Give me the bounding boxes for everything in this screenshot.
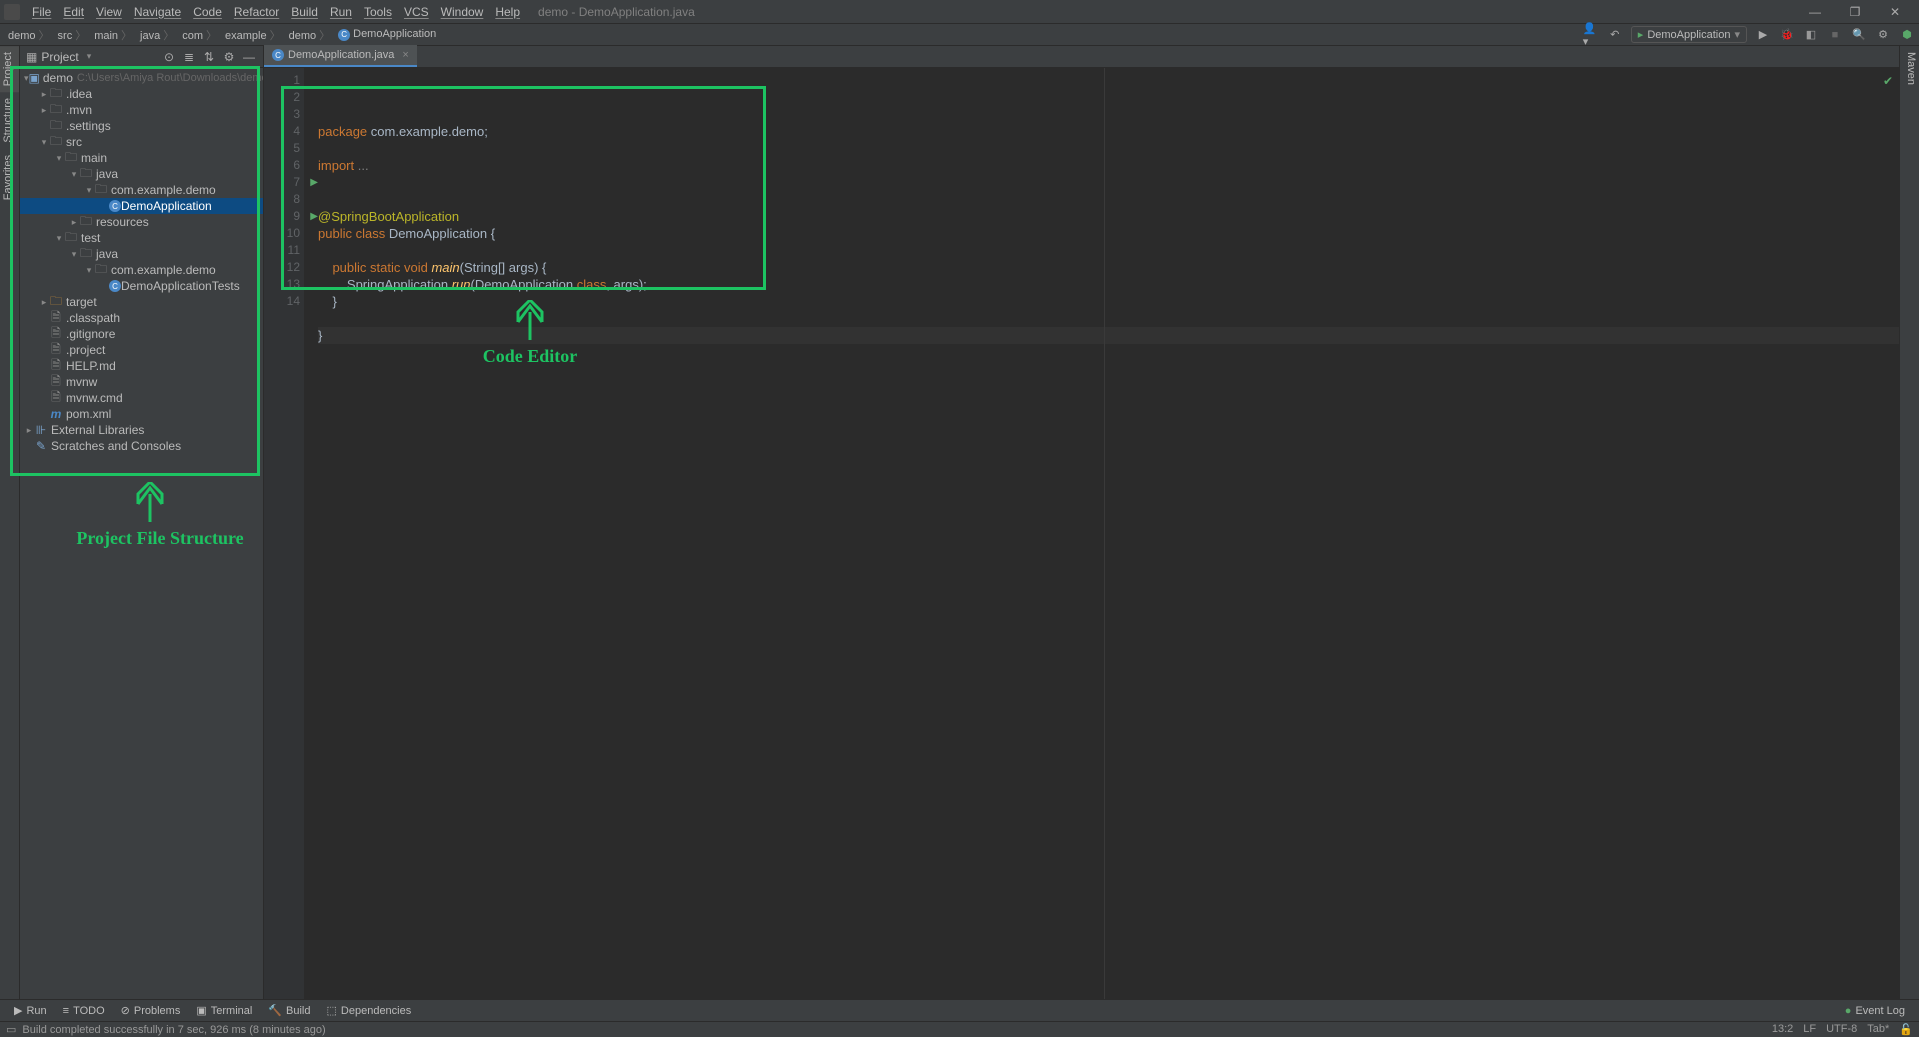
settings-icon[interactable]: ⚙	[1875, 27, 1891, 43]
tree-row[interactable]: ▾🗀test	[20, 230, 263, 246]
tree-row[interactable]: 🗎mvnw.cmd	[20, 390, 263, 406]
breadcrumb-java[interactable]: java	[136, 27, 178, 43]
menu-bar: FileEditViewNavigateCodeRefactorBuildRun…	[0, 0, 1919, 24]
bottom-tab-event-log[interactable]: ●Event Log	[1837, 1005, 1913, 1017]
locate-icon[interactable]: ⊙	[161, 50, 177, 64]
project-view-selector[interactable]: ▦ Project	[26, 50, 91, 64]
menu-build[interactable]: Build	[285, 5, 324, 19]
left-tab-structure[interactable]: Structure	[0, 92, 19, 149]
search-icon[interactable]: 🔍	[1851, 27, 1867, 43]
bottom-tab-todo[interactable]: ≡TODO	[55, 1004, 113, 1017]
breadcrumb-demo[interactable]: demo	[4, 27, 54, 43]
run-config-label: DemoApplication	[1647, 29, 1730, 41]
debug-button[interactable]: 🐞	[1779, 27, 1795, 43]
project-label: Project	[41, 50, 78, 64]
code-area[interactable]: package com.example.demo; import ... @Sp…	[304, 68, 1899, 999]
menu-edit[interactable]: Edit	[57, 5, 90, 19]
right-tab-maven[interactable]: Maven	[1900, 46, 1919, 91]
shield-icon[interactable]: ⬢	[1899, 27, 1915, 43]
tree-row[interactable]: ▾🗀src	[20, 134, 263, 150]
coverage-button[interactable]: ◧	[1803, 27, 1819, 43]
breadcrumb-demo[interactable]: demo	[285, 27, 335, 43]
status-icon[interactable]: ▭	[6, 1023, 16, 1036]
status-message: Build completed successfully in 7 sec, 9…	[22, 1024, 325, 1036]
tree-row[interactable]: ✎Scratches and Consoles	[20, 438, 263, 454]
breadcrumb-com[interactable]: com	[178, 27, 221, 43]
left-tool-gutter: ProjectStructureFavorites	[0, 46, 20, 999]
breadcrumb-demoapplication[interactable]: CDemoApplication	[334, 28, 443, 41]
window-title: demo - DemoApplication.java	[538, 5, 695, 19]
menu-refactor[interactable]: Refactor	[228, 5, 285, 19]
right-margin-guide	[1104, 68, 1105, 999]
project-panel: ▦ Project ⊙ ≣ ⇅ ⚙ — ▾▣demoC:\Users\Amiya…	[20, 46, 264, 999]
lock-icon[interactable]: 🔓	[1899, 1023, 1913, 1036]
collapse-icon[interactable]: ⇅	[201, 50, 217, 64]
menu-vcs[interactable]: VCS	[398, 5, 435, 19]
user-icon[interactable]: 👤▾	[1583, 27, 1599, 43]
tree-row[interactable]: ▾🗀java	[20, 166, 263, 182]
maximize-button[interactable]: ❐	[1835, 5, 1875, 19]
tree-row[interactable]: ▾🗀main	[20, 150, 263, 166]
bottom-tab-problems[interactable]: ⊘Problems	[113, 1004, 189, 1017]
hide-icon[interactable]: —	[241, 50, 257, 64]
gear-icon[interactable]: ⚙	[221, 50, 237, 64]
tree-row[interactable]: ▾🗀java	[20, 246, 263, 262]
encoding[interactable]: UTF-8	[1826, 1023, 1857, 1036]
menu-code[interactable]: Code	[187, 5, 228, 19]
tree-row[interactable]: ▸⊪External Libraries	[20, 422, 263, 438]
project-tree[interactable]: ▾▣demoC:\Users\Amiya Rout\Downloads\demo…	[20, 68, 263, 999]
expand-all-icon[interactable]: ≣	[181, 50, 197, 64]
tree-row[interactable]: ▾🗀com.example.demo	[20, 262, 263, 278]
bottom-tab-terminal[interactable]: ▣Terminal	[188, 1004, 260, 1017]
menu-window[interactable]: Window	[435, 5, 490, 19]
menu-tools[interactable]: Tools	[358, 5, 398, 19]
breadcrumb-main[interactable]: main	[90, 27, 136, 43]
menu-navigate[interactable]: Navigate	[128, 5, 187, 19]
minimize-button[interactable]: —	[1795, 5, 1835, 19]
editor-tabs: C DemoApplication.java ×	[264, 46, 1899, 68]
run-config-selector[interactable]: ▸ DemoApplication ▾	[1631, 26, 1747, 43]
menu-help[interactable]: Help	[489, 5, 526, 19]
stop-button[interactable]: ■	[1827, 27, 1843, 43]
close-tab-icon[interactable]: ×	[402, 49, 408, 61]
bottom-tab-dependencies[interactable]: ⬚Dependencies	[319, 1004, 420, 1017]
bottom-tab-build[interactable]: 🔨Build	[260, 1004, 318, 1017]
line-gutter: 1234567891011121314 ▶ ▶	[264, 68, 304, 999]
navigation-bar: demosrcmainjavacomexampledemoCDemoApplic…	[0, 24, 1919, 46]
line-ending[interactable]: LF	[1803, 1023, 1816, 1036]
indent[interactable]: Tab*	[1867, 1023, 1889, 1036]
close-button[interactable]: ✕	[1875, 5, 1915, 19]
run-button[interactable]: ▶	[1755, 27, 1771, 43]
tree-row[interactable]: ▸🗀resources	[20, 214, 263, 230]
left-tab-project[interactable]: Project	[0, 46, 19, 92]
tab-label: DemoApplication.java	[288, 49, 394, 61]
inspection-ok-icon[interactable]: ✔	[1883, 74, 1893, 88]
status-bar: ▭ Build completed successfully in 7 sec,…	[0, 1021, 1919, 1037]
tree-row[interactable]: ▾🗀com.example.demo	[20, 182, 263, 198]
bottom-tab-run[interactable]: ▶Run	[6, 1004, 55, 1017]
app-logo-icon	[4, 4, 20, 20]
breadcrumb-src[interactable]: src	[54, 27, 91, 43]
menu-view[interactable]: View	[90, 5, 128, 19]
menu-file[interactable]: File	[26, 5, 57, 19]
caret-position[interactable]: 13:2	[1772, 1023, 1793, 1036]
back-icon[interactable]: ↶	[1607, 27, 1623, 43]
bottom-tool-tabs: ▶Run≡TODO⊘Problems▣Terminal🔨Build⬚Depend…	[0, 999, 1919, 1021]
menu-run[interactable]: Run	[324, 5, 358, 19]
editor-tab[interactable]: C DemoApplication.java ×	[264, 45, 417, 67]
class-icon: C	[272, 49, 284, 61]
right-tool-gutter: Maven	[1899, 46, 1919, 999]
editor-body[interactable]: 1234567891011121314 ▶ ▶ package com.exam…	[264, 68, 1899, 999]
tree-row[interactable]: mpom.xml	[20, 406, 263, 422]
breadcrumb-example[interactable]: example	[221, 27, 285, 43]
tree-row[interactable]: CDemoApplication	[20, 198, 263, 214]
left-tab-favorites[interactable]: Favorites	[0, 149, 19, 206]
